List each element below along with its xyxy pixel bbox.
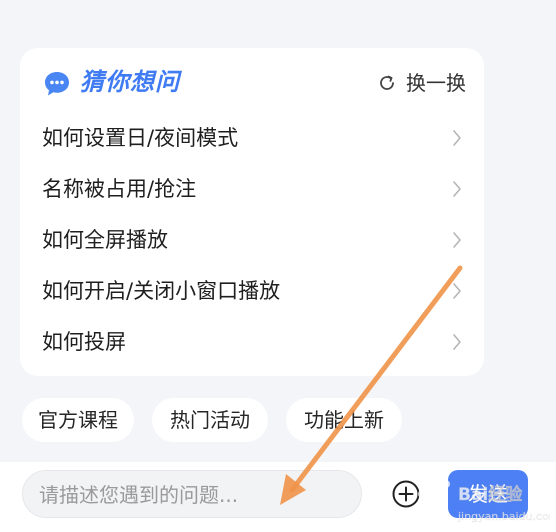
refresh-icon — [380, 75, 394, 90]
faq-item[interactable]: 名称被占用/抢注 — [20, 164, 484, 215]
chevron-right-icon — [453, 334, 461, 350]
chevron-right-icon — [453, 130, 461, 146]
faq-card: 猜你想问 换一换 如何设置日/夜间模式 名称被占用/抢注 如何全屏播放 如何开启… — [20, 48, 484, 376]
faq-item-label: 如何全屏播放 — [42, 228, 168, 252]
composer-bar: 请描述您遇到的问题... 发送 — [0, 462, 556, 532]
chevron-right-icon — [453, 232, 461, 248]
faq-item-label: 如何投屏 — [42, 330, 126, 354]
faq-list: 如何设置日/夜间模式 名称被占用/抢注 如何全屏播放 如何开启/关闭小窗口播放 — [20, 113, 484, 368]
quick-tags: 官方课程 热门活动 功能上新 — [22, 398, 420, 444]
faq-item[interactable]: 如何投屏 — [20, 317, 484, 368]
quick-tag-courses[interactable]: 官方课程 — [22, 398, 134, 442]
question-input-placeholder: 请描述您遇到的问题... — [39, 483, 239, 507]
plus-circle-icon[interactable] — [390, 478, 422, 510]
faq-item[interactable]: 如何开启/关闭小窗口播放 — [20, 266, 484, 317]
faq-item-label: 名称被占用/抢注 — [42, 177, 197, 201]
faq-item-label: 如何开启/关闭小窗口播放 — [42, 279, 281, 303]
quick-tag-new-features[interactable]: 功能上新 — [286, 398, 402, 442]
faq-item[interactable]: 如何全屏播放 — [20, 215, 484, 266]
chevron-right-icon — [453, 283, 461, 299]
refresh-button[interactable]: 换一换 — [378, 68, 466, 98]
chat-bubble-icon — [45, 72, 69, 96]
faq-card-title: 猜你想问 — [80, 68, 180, 96]
faq-item-label: 如何设置日/夜间模式 — [42, 126, 239, 150]
chevron-right-icon — [453, 181, 461, 197]
faq-item[interactable]: 如何设置日/夜间模式 — [20, 113, 484, 164]
quick-tag-events[interactable]: 热门活动 — [152, 398, 268, 442]
question-input[interactable]: 请描述您遇到的问题... — [22, 470, 362, 518]
send-button[interactable]: 发送 — [448, 470, 528, 518]
refresh-label: 换一换 — [406, 71, 466, 95]
faq-card-header: 猜你想问 换一换 — [20, 48, 484, 118]
support-panel: 猜你想问 换一换 如何设置日/夜间模式 名称被占用/抢注 如何全屏播放 如何开启… — [0, 0, 556, 532]
